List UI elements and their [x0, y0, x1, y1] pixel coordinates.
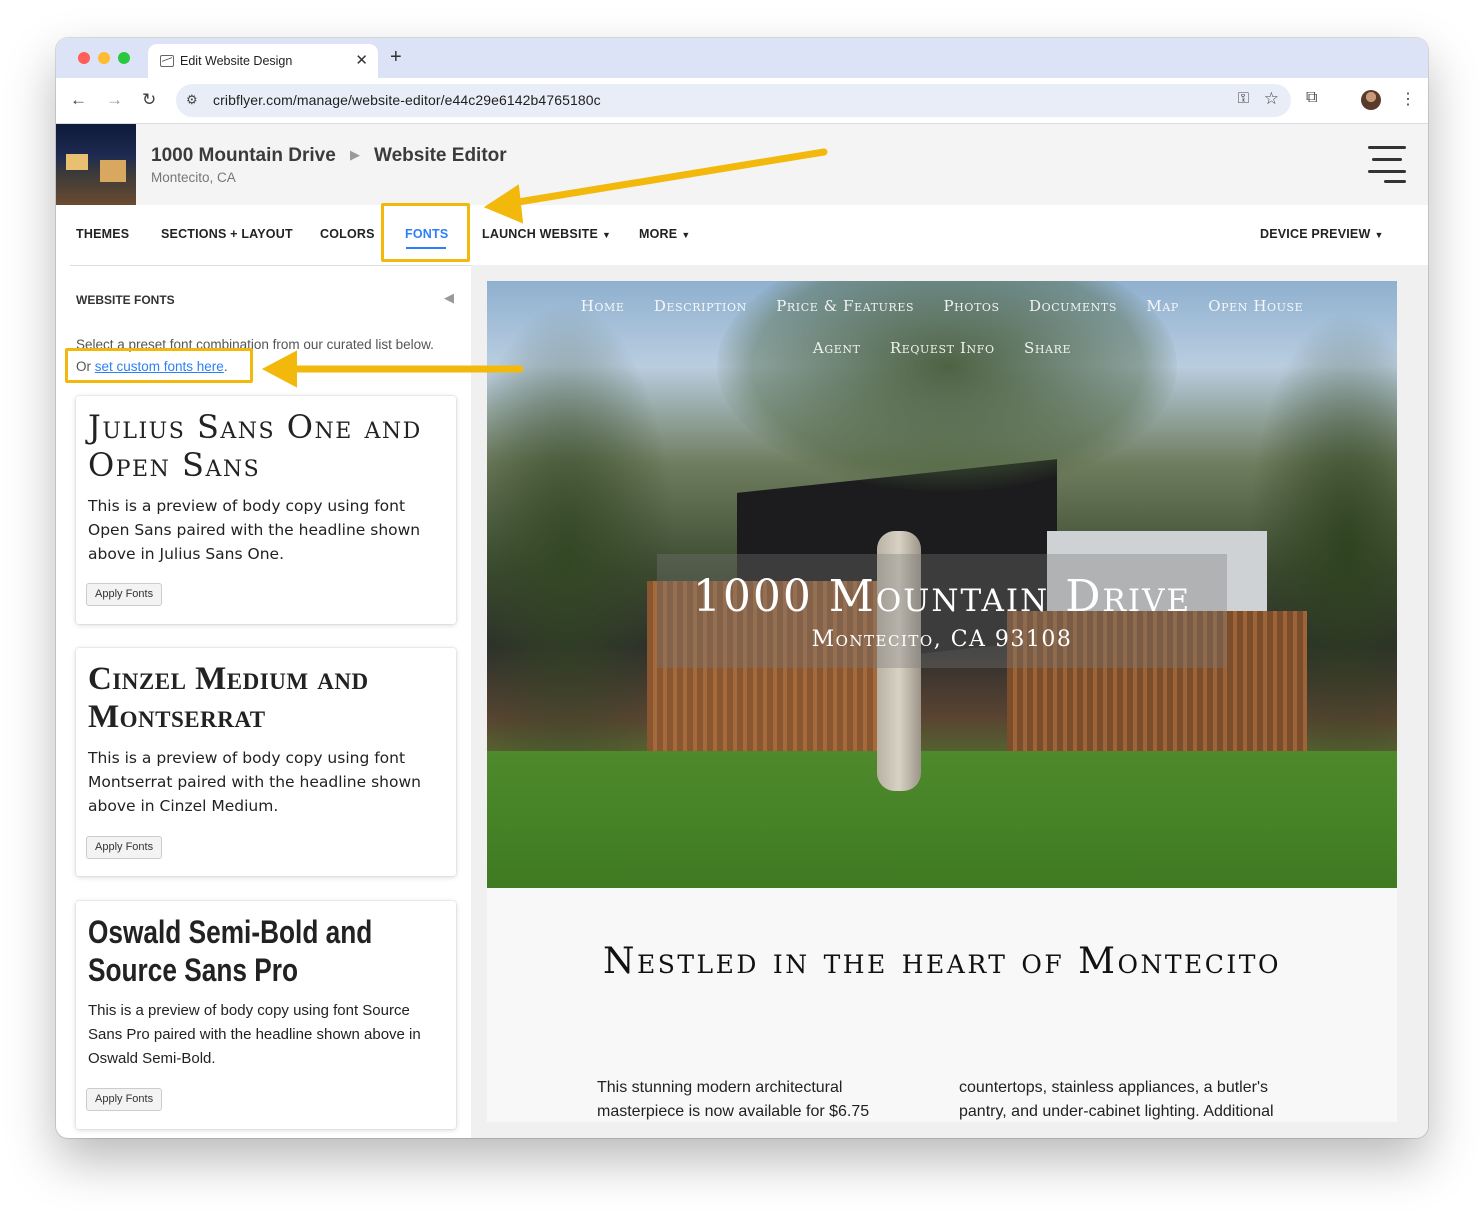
tab-sections-layout[interactable]: SECTIONS + LAYOUT	[161, 227, 293, 241]
custom-fonts-highlight	[65, 348, 253, 383]
font-card-body: This is a preview of body copy using fon…	[88, 749, 421, 815]
caret-down-icon: ▼	[1374, 230, 1384, 240]
password-key-icon[interactable]: ⚿	[1238, 90, 1249, 107]
tab-search-icon[interactable]: ⧉	[1306, 89, 1317, 107]
font-card-oswald: Oswald Semi-Bold and Source Sans Pro Thi…	[76, 901, 456, 1129]
close-tab-icon[interactable]: ✕	[355, 51, 368, 69]
font-card-heading: Oswald Semi-Bold and Source Sans Pro	[88, 914, 373, 988]
property-thumbnail	[56, 124, 136, 205]
tab-colors[interactable]: COLORS	[320, 227, 375, 241]
site-settings-icon[interactable]: ⚙	[186, 92, 198, 108]
preview-nav-price[interactable]: Price & Features	[776, 297, 914, 315]
preview-nav-request-info[interactable]: Request Info	[890, 339, 995, 357]
maximize-window-button[interactable]	[118, 52, 130, 64]
preview-nav-share[interactable]: Share	[1024, 339, 1071, 357]
browser-menu-icon[interactable]: ⋮	[1400, 89, 1416, 109]
url-text[interactable]: cribflyer.com/manage/website-editor/e44c…	[213, 92, 601, 108]
website-hero-preview: Home Description Price & Features Photos…	[487, 281, 1397, 888]
fonts-tab-highlight	[381, 203, 470, 262]
browser-tab[interactable]: Edit Website Design ✕	[148, 44, 378, 78]
font-card-body: This is a preview of body copy using fon…	[88, 1002, 421, 1067]
font-card-heading: Cinzel Medium and Montserrat	[88, 661, 369, 735]
caret-down-icon: ▼	[602, 230, 612, 240]
close-window-button[interactable]	[78, 52, 90, 64]
preview-content: Nestled in the heart of Montecito This s…	[487, 888, 1397, 1122]
preview-nav-row1: Home Description Price & Features Photos…	[487, 297, 1397, 315]
preview-nav-documents[interactable]: Documents	[1029, 297, 1117, 315]
editor-tabs: THEMES SECTIONS + LAYOUT COLORS FONTS LA…	[56, 205, 1428, 265]
browser-toolbar: ← → ↻ ⚙ cribflyer.com/manage/website-edi…	[56, 78, 1428, 124]
browser-window: Edit Website Design ✕ + ← → ↻ ⚙ cribflye…	[56, 38, 1428, 1138]
hamburger-menu-icon[interactable]	[1368, 144, 1406, 183]
breadcrumb-page: Website Editor	[374, 145, 507, 166]
preview-nav-description[interactable]: Description	[654, 297, 747, 315]
collapse-sidebar-icon[interactable]: ◀	[444, 290, 454, 306]
bookmark-star-icon[interactable]: ☆	[1264, 89, 1279, 109]
apply-fonts-button[interactable]: Apply Fonts	[86, 1088, 163, 1111]
minimize-window-button[interactable]	[98, 52, 110, 64]
apply-fonts-button[interactable]: Apply Fonts	[86, 836, 163, 859]
profile-avatar[interactable]	[1361, 90, 1381, 110]
caret-down-icon: ▼	[681, 230, 691, 240]
device-preview-dropdown[interactable]: DEVICE PREVIEW ▼	[1260, 227, 1384, 241]
tab-more[interactable]: MORE ▼	[639, 227, 690, 241]
description-column-1: This stunning modern architectural maste…	[597, 1079, 870, 1120]
back-icon[interactable]: ←	[70, 90, 87, 110]
preview-nav-photos[interactable]: Photos	[943, 297, 999, 315]
font-card-heading: Julius Sans One and Open Sans	[88, 408, 422, 484]
favicon-icon	[160, 55, 174, 67]
preview-nav-map[interactable]: Map	[1146, 297, 1179, 315]
preview-nav-home[interactable]: Home	[581, 297, 625, 315]
preview-nav-row2: Agent Request Info Share	[487, 339, 1397, 357]
breadcrumb-property[interactable]: 1000 Mountain Drive	[151, 145, 336, 167]
new-tab-button[interactable]: +	[390, 46, 402, 69]
hero-title: 1000 Mountain Drive	[692, 571, 1192, 622]
font-card-body: This is a preview of body copy using fon…	[88, 497, 421, 563]
tab-title: Edit Website Design	[180, 54, 293, 68]
forward-icon[interactable]: →	[106, 90, 123, 110]
fonts-sidebar: WEBSITE FONTS ◀ Select a preset font com…	[70, 266, 471, 1138]
preview-nav-agent[interactable]: Agent	[813, 339, 861, 357]
property-location: Montecito, CA	[151, 170, 236, 185]
preview-nav-open-house[interactable]: Open House	[1208, 297, 1303, 315]
tab-strip: Edit Website Design ✕ +	[56, 38, 1428, 78]
description-column-2: countertops, stainless appliances, a but…	[959, 1079, 1274, 1120]
tab-themes[interactable]: THEMES	[76, 227, 129, 241]
font-card-cinzel: Cinzel Medium and Montserrat This is a p…	[76, 648, 456, 876]
font-card-julius: Julius Sans One and Open Sans This is a …	[76, 396, 456, 624]
apply-fonts-button[interactable]: Apply Fonts	[86, 583, 163, 606]
section-heading: Nestled in the heart of Montecito	[603, 941, 1281, 982]
breadcrumb-arrow-icon: ▶	[350, 147, 360, 162]
reload-icon[interactable]: ↻	[142, 90, 156, 110]
tab-launch-website[interactable]: LAUNCH WEBSITE ▼	[482, 227, 611, 241]
address-bar[interactable]: ⚙ cribflyer.com/manage/website-editor/e4…	[176, 84, 1291, 117]
sidebar-title: WEBSITE FONTS	[76, 293, 175, 307]
hero-subtitle: Montecito, CA 93108	[811, 627, 1073, 652]
app-header: 1000 Mountain Drive ▶ Website Editor Mon…	[56, 124, 1428, 205]
